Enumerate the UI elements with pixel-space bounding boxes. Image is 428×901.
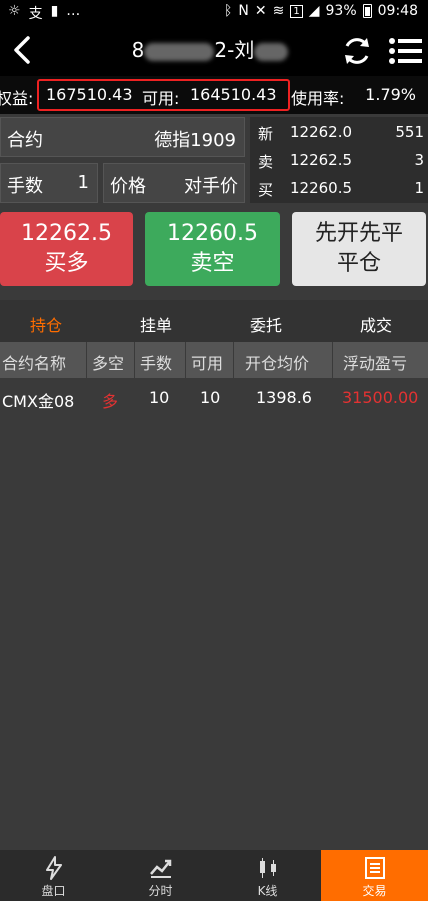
col-available: 可用: [191, 354, 224, 373]
equity-label: 权益:: [0, 89, 34, 108]
nav-label: 分时: [148, 884, 173, 898]
lightning-icon: [45, 856, 62, 880]
title-prefix: 8: [131, 38, 145, 62]
quote-qty: 551: [395, 123, 424, 141]
contract-label: 合约: [7, 130, 43, 151]
price-value: 对手价: [184, 176, 238, 197]
nav-label: K线: [257, 884, 278, 898]
clock: 09:48: [377, 3, 418, 19]
cell-available: 10: [200, 388, 221, 407]
col-avg-price: 开仓均价: [245, 354, 310, 373]
quote-price: 12262.5: [290, 151, 353, 169]
quote-row-bid: 买 12260.5 1: [250, 173, 428, 201]
bottom-nav: 盘口 分时 K线 交易: [0, 850, 428, 901]
candlestick-icon: [259, 858, 276, 878]
column-divider: [134, 342, 135, 378]
column-divider: [86, 342, 87, 378]
nav-label: 盘口: [41, 884, 66, 898]
tab-pending[interactable]: 挂单: [140, 312, 172, 336]
back-arrow-icon[interactable]: [6, 32, 42, 68]
redacted-text: [254, 42, 289, 61]
tab-fills[interactable]: 成交: [360, 312, 392, 336]
col-qty: 手数: [140, 354, 173, 373]
close-line2: 平仓: [336, 251, 381, 276]
equity-value: 167510.43: [46, 85, 133, 104]
buy-label: 买多: [44, 251, 89, 276]
weather-icon: ☼: [8, 3, 21, 19]
quote-price: 12262.0: [290, 123, 353, 141]
col-side: 多空: [92, 354, 125, 373]
cell-contract: CMX金08: [2, 392, 75, 411]
available-value: 164510.43: [190, 85, 277, 104]
cell-avg-price: 1398.6: [256, 388, 312, 407]
quote-price: 12260.5: [290, 179, 353, 197]
quote-row-last: 新 12262.0 551: [250, 117, 428, 145]
wifi-icon: ≋: [272, 3, 285, 19]
quote-label: 买: [258, 181, 274, 199]
nfc-icon: N: [238, 3, 249, 19]
close-position-button[interactable]: 先开先平 平仓: [292, 212, 426, 286]
quote-row-ask: 卖 12262.5 3: [250, 145, 428, 173]
battery-icon: [362, 4, 372, 18]
close-line1: 先开先平: [314, 221, 403, 246]
nav-intraday[interactable]: 分时: [107, 850, 214, 901]
price-type-selector[interactable]: 价格 对手价: [103, 163, 245, 203]
refresh-icon[interactable]: [340, 34, 374, 68]
quote-panel: 新 12262.0 551 卖 12262.5 3 买 12260.5 1: [250, 117, 428, 203]
quote-label: 卖: [258, 153, 274, 171]
column-divider: [185, 342, 186, 378]
tab-positions[interactable]: 持仓: [30, 312, 62, 336]
buy-long-button[interactable]: 12262.5 买多: [0, 212, 133, 286]
contract-value: 德指1909: [154, 130, 236, 151]
status-bar: ☼ 支 ▮ … ᛒ N ✕ ≋ 1 ◢ 93% 09:48: [0, 0, 428, 24]
app-notification-icon: 支: [28, 6, 43, 22]
signal-icon: ◢: [308, 3, 320, 19]
available-label: 可用:: [142, 89, 180, 108]
sell-short-button[interactable]: 12260.5 卖空: [145, 212, 280, 286]
column-divider: [332, 342, 333, 378]
bag-icon: ▮: [50, 3, 59, 19]
order-tabs: 持仓 挂单 委托 成交: [0, 300, 428, 342]
usage-value: 1.79%: [365, 85, 416, 104]
tab-orders[interactable]: 委托: [250, 312, 282, 336]
sell-label: 卖空: [190, 251, 235, 276]
cell-side: 多: [102, 392, 119, 411]
quantity-field[interactable]: 手数 1: [0, 163, 98, 203]
more-notifications-icon: …: [66, 3, 81, 19]
document-icon: [364, 857, 385, 879]
mute-icon: ✕: [254, 3, 267, 19]
sell-price: 12260.5: [167, 221, 258, 246]
table-row[interactable]: CMX金08 多 10 10 1398.6 31500.00: [0, 380, 428, 418]
menu-list-icon[interactable]: [387, 34, 423, 68]
contract-selector[interactable]: 合约 德指1909: [0, 117, 245, 157]
column-divider: [233, 342, 234, 378]
nav-orderbook[interactable]: 盘口: [0, 850, 107, 901]
title-suffix: 2-刘: [214, 38, 255, 62]
buy-price: 12262.5: [21, 221, 112, 246]
nav-kline[interactable]: K线: [214, 850, 321, 901]
positions-table-header: 合约名称 多空 手数 可用 开仓均价 浮动盈亏: [0, 342, 428, 378]
quantity-value: 1: [77, 172, 89, 193]
sim-indicator: 1: [290, 4, 303, 18]
price-label: 价格: [110, 176, 146, 197]
col-pnl: 浮动盈亏: [343, 354, 408, 373]
trend-chart-icon: [149, 859, 171, 878]
nav-label: 交易: [362, 884, 387, 898]
account-title: 8 2-刘: [95, 36, 325, 64]
nav-trade[interactable]: 交易: [321, 850, 428, 901]
top-nav-bar: 8 2-刘: [0, 24, 428, 76]
quote-qty: 1: [414, 179, 424, 197]
quantity-label: 手数: [7, 176, 43, 197]
account-summary: 权益: 167510.43 可用: 164510.43 使用率: 1.79%: [0, 76, 428, 114]
cell-pnl: 31500.00: [342, 388, 419, 407]
cell-qty: 10: [149, 388, 170, 407]
quote-label: 新: [258, 125, 274, 143]
quote-qty: 3: [414, 151, 424, 169]
bluetooth-icon: ᛒ: [224, 3, 233, 19]
col-contract: 合约名称: [2, 354, 67, 373]
battery-percent: 93%: [325, 3, 357, 19]
usage-label: 使用率:: [291, 89, 345, 108]
redacted-text: [144, 42, 215, 61]
